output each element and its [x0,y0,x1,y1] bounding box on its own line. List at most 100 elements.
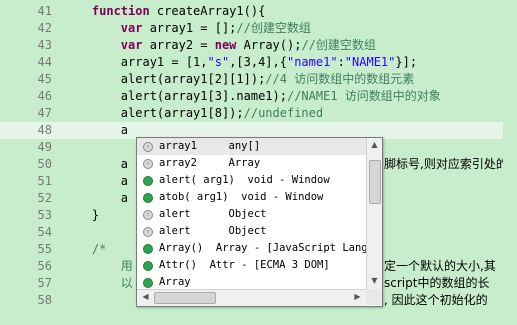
comment-token: /* [91,242,107,256]
autocomplete-item-label: array1 any[] [159,140,261,152]
autocomplete-item[interactable]: ◦ alert Object [137,206,366,223]
code-text-fragment: , 因此这个初始化的 [384,293,488,307]
autocomplete-item-label: alert Object [159,208,267,220]
comment-token: 用 [63,259,133,273]
code-text[interactable]: a [63,156,128,173]
code-token: array1 = []; [142,21,237,35]
comment-token: 以 [63,276,133,290]
line-number: 43 [37,38,52,52]
code-token: Array(); [236,38,302,52]
autocomplete-item-label: Array [159,276,191,288]
autocomplete-item[interactable]: ◦ array1 any[] [137,138,366,155]
code-token: a [63,191,129,205]
line-number: 52 [37,191,52,205]
code-text[interactable]: } [63,207,99,224]
line-number: 41 [37,4,52,18]
line-number: 50 [37,157,52,171]
code-token: ,[3,4],{ [229,55,287,69]
string-token: "s" [207,55,230,69]
code-text[interactable]: alert(array1[3].name1);//NAME1 访问数组中的对象 [63,88,441,105]
variable-icon: ◦ [143,142,153,152]
autocomplete-popup[interactable]: ◦ array1 any[] ◦ array2 Array alert( arg1) v… [136,137,383,307]
code-text-fragment: script中的数组的长 [384,276,490,290]
code-text-fragment: 定一个默认的大小,其 [384,259,496,273]
code-text[interactable]: alert(array1[2][1]);//4 访问数组中的数组元素 [63,71,414,88]
function-icon [143,176,153,186]
autocomplete-horizontal-scrollbar[interactable]: ◀ ▶ [137,289,366,306]
code-line[interactable]: 43 var array2 = new Array();//创建空数组 [0,37,517,54]
code-text[interactable]: a [63,190,128,207]
line-number: 49 [37,140,52,154]
code-line[interactable]: 41 function createArray1(){ [0,3,517,20]
code-token: a [63,174,129,188]
code-text[interactable]: function createArray1(){ [63,3,265,20]
autocomplete-item[interactable]: atob( arg1) void - Window [137,189,366,206]
code-token: a [63,123,129,137]
autocomplete-item[interactable]: Array() Array - [JavaScript Langu [137,240,366,257]
code-text[interactable]: var array1 = [];//创建空数组 [63,20,311,37]
code-token: array1 = [1, [63,55,208,69]
code-text[interactable]: var array2 = new Array();//创建空数组 [63,37,376,54]
scroll-left-arrow-icon[interactable]: ◀ [138,292,153,301]
code-text[interactable]: array1 = [1,"s",[3,4],{"name1":"NAME1"}]… [63,54,417,71]
function-icon [143,261,153,271]
code-token: a [63,157,129,171]
code-text[interactable]: a [63,173,128,190]
scrollbar-corner [366,289,382,305]
code-token: } [63,208,100,222]
code-text-fragment: 脚标号,则对应索引处的 [384,157,508,171]
function-icon [143,244,153,254]
scroll-right-arrow-icon[interactable]: ▶ [350,292,365,301]
comment-token: //创建空数组 [236,21,311,35]
keyword-token: function [91,4,150,18]
autocomplete-item-label: array2 Array [159,157,261,169]
line-number: 42 [37,21,52,35]
autocomplete-item-label: Array() Array - [JavaScript Langu [159,242,366,254]
code-text[interactable]: alert(array1[8]);//undefined [63,105,323,122]
horizontal-scroll-thumb[interactable] [154,292,216,304]
overview-ruler [503,0,517,325]
scroll-down-arrow-icon[interactable]: ▼ [367,276,382,285]
comment-token: //NAME1 访问数组中的对象 [286,89,441,103]
line-number: 51 [37,174,52,188]
code-text[interactable]: 用 [63,258,133,275]
variable-icon: ◦ [143,210,153,220]
code-line[interactable]: 47 alert(array1[8]);//undefined [0,105,517,122]
code-token: }]; [395,55,418,69]
code-text[interactable]: 以 [63,275,133,292]
autocomplete-item-label: alert Object [159,225,267,237]
code-line[interactable]: 45 alert(array1[2][1]);//4 访问数组中的数组元素 [0,71,517,88]
code-token: alert(array1[3].name1); [63,89,287,103]
scroll-up-arrow-icon[interactable]: ▲ [367,140,382,149]
autocomplete-item[interactable]: ◦ array2 Array [137,155,366,172]
code-line[interactable]: 44 array1 = [1,"s",[3,4],{"name1":"NAME1… [0,54,517,71]
autocomplete-vertical-scrollbar[interactable]: ▲ ▼ [366,138,382,289]
keyword-token: var [120,21,143,35]
autocomplete-item[interactable]: ◦ alert Object [137,223,366,240]
keyword-token: new [214,38,237,52]
line-number: 45 [37,72,52,86]
autocomplete-item[interactable]: alert( arg1) void - Window [137,172,366,189]
line-number: 48 [37,123,52,137]
autocomplete-list[interactable]: ◦ array1 any[] ◦ array2 Array alert( arg1) v… [137,138,366,289]
code-token: array2 = [142,38,215,52]
autocomplete-item[interactable]: Array [137,274,366,289]
autocomplete-item[interactable]: Attr() Attr - [ECMA 3 DOM] [137,257,366,274]
autocomplete-item-label: Attr() Attr - [ECMA 3 DOM] [159,259,330,271]
code-line[interactable]: 42 var array1 = [];//创建空数组 [0,20,517,37]
code-text[interactable]: a [63,122,128,139]
variable-icon: ◦ [143,159,153,169]
code-line[interactable]: 46 alert(array1[3].name1);//NAME1 访问数组中的… [0,88,517,105]
line-number: 47 [37,106,52,120]
line-number: 57 [37,276,52,290]
autocomplete-item-label: atob( arg1) void - Window [159,191,324,203]
string-token: "NAME1" [344,55,396,69]
code-text[interactable]: /* [63,241,106,258]
comment-token: //创建空数组 [301,38,376,52]
code-token: createArray1(){ [149,4,266,18]
comment-token: //undefined [243,106,324,120]
vertical-scroll-thumb[interactable] [369,160,381,204]
code-token: alert(array1[8]); [63,106,244,120]
line-number: 58 [37,293,52,307]
